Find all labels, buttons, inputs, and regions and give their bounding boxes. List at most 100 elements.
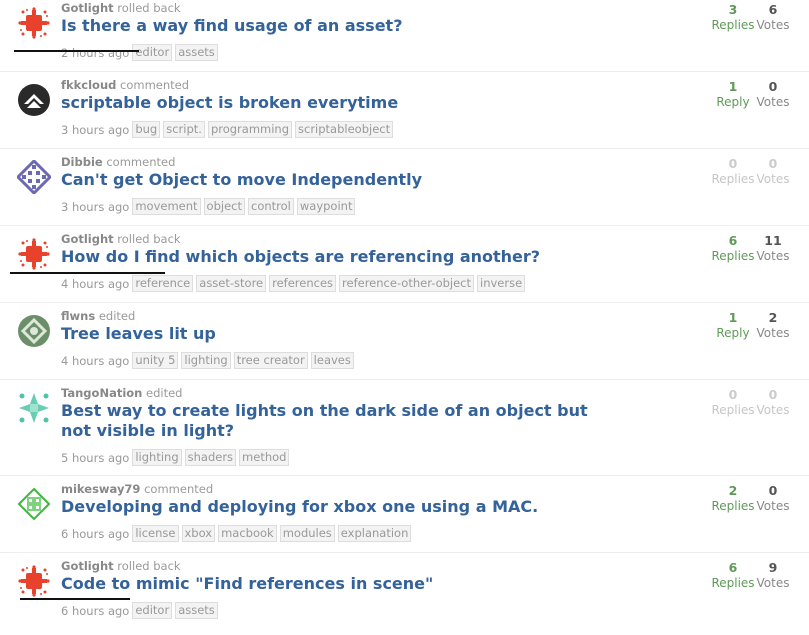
tag-link[interactable]: bug: [132, 121, 161, 138]
timestamp: 4 hours ago: [61, 276, 130, 291]
votes-stat: 11 Votes: [751, 233, 795, 263]
tag-link[interactable]: tree creator: [233, 352, 308, 369]
pen-scribble-mark: [10, 272, 165, 274]
username-link[interactable]: TangoNation: [61, 386, 142, 400]
tag-link[interactable]: scriptableobject: [295, 121, 394, 138]
avatar[interactable]: [17, 6, 51, 40]
question-meta: 6 hours ago license xbox macbook modules expl…: [61, 525, 412, 542]
votes-stat: 6 Votes: [751, 2, 795, 32]
tag-link[interactable]: macbook: [218, 525, 277, 542]
pen-scribble-mark: [20, 598, 130, 600]
replies-stat: 2 Replies: [711, 483, 755, 513]
avatar[interactable]: [17, 160, 51, 194]
tag-link[interactable]: control: [248, 198, 294, 215]
username-link[interactable]: Gotlight: [61, 1, 114, 15]
question-row: Gotlight rolled back Is there a way find …: [0, 0, 809, 77]
replies-stat: 1 Reply: [711, 310, 755, 340]
tag-link[interactable]: asset-store: [196, 275, 267, 292]
tag-link[interactable]: xbox: [181, 525, 216, 542]
tag-link[interactable]: lighting: [132, 449, 182, 466]
green-knot-icon: [17, 314, 51, 348]
question-title-link[interactable]: Tree leaves lit up: [61, 324, 621, 344]
question-row: TangoNation edited Best way to create lig…: [0, 385, 809, 466]
tag-link[interactable]: shaders: [184, 449, 237, 466]
replies-label: Replies: [711, 499, 755, 513]
tag-link[interactable]: reference-other-object: [339, 275, 475, 292]
activity-action: rolled back: [117, 232, 181, 246]
pen-scribble-mark: [14, 50, 139, 52]
question-row: Gotlight rolled back How do I find which …: [0, 231, 809, 308]
question-title-link[interactable]: Code to mimic "Find references in scene": [61, 574, 621, 594]
tag-link[interactable]: modules: [279, 525, 335, 542]
username-link[interactable]: Gotlight: [61, 232, 114, 246]
username-link[interactable]: fkkcloud: [61, 78, 116, 92]
tag-link[interactable]: script.: [163, 121, 205, 138]
avatar[interactable]: [17, 391, 51, 425]
question-title-link[interactable]: Can't get Object to move Independently: [61, 170, 621, 190]
votes-count: 11: [764, 233, 782, 248]
tag-link[interactable]: inverse: [477, 275, 526, 292]
activity-action: commented: [106, 155, 176, 169]
tag-link[interactable]: method: [239, 449, 290, 466]
tag-link[interactable]: editor: [132, 602, 173, 619]
row-divider: [0, 148, 809, 149]
votes-stat: 0 Votes: [751, 387, 795, 417]
question-title-link[interactable]: Best way to create lights on the dark si…: [61, 401, 621, 441]
avatar[interactable]: [17, 237, 51, 271]
timestamp: 2 hours ago: [61, 45, 130, 60]
tag-link[interactable]: programming: [207, 121, 293, 138]
row-divider: [0, 302, 809, 303]
activity-line: Gotlight rolled back: [61, 232, 181, 246]
avatar[interactable]: [17, 564, 51, 598]
activity-action: commented: [144, 482, 214, 496]
question-title-link[interactable]: Developing and deploying for xbox one us…: [61, 497, 621, 517]
activity-line: TangoNation edited: [61, 386, 182, 400]
question-row: Gotlight rolled back Code to mimic "Find …: [0, 558, 809, 635]
username-link[interactable]: flwns: [61, 309, 95, 323]
username-link[interactable]: mikesway79: [61, 482, 140, 496]
replies-count: 6: [728, 560, 738, 575]
question-title-link[interactable]: scriptable object is broken everytime: [61, 93, 621, 113]
activity-line: fkkcloud commented: [61, 78, 189, 92]
red-splat-icon: [17, 6, 51, 40]
votes-label: Votes: [756, 576, 790, 590]
tag-link[interactable]: explanation: [337, 525, 412, 542]
tag-link[interactable]: reference: [132, 275, 194, 292]
username-link[interactable]: Gotlight: [61, 559, 114, 573]
tag-link[interactable]: references: [269, 275, 337, 292]
tag-link[interactable]: lighting: [181, 352, 231, 369]
tag-link[interactable]: waypoint: [296, 198, 356, 215]
tag-link[interactable]: movement: [132, 198, 201, 215]
avatar[interactable]: [17, 487, 51, 521]
votes-count: 0: [768, 79, 778, 94]
votes-stat: 2 Votes: [751, 310, 795, 340]
replies-count: 0: [728, 387, 738, 402]
purple-quilt-icon: [17, 160, 51, 194]
question-meta: 6 hours ago editor assets: [61, 602, 218, 619]
tag-link[interactable]: license: [132, 525, 179, 542]
avatar[interactable]: [17, 314, 51, 348]
question-title-link[interactable]: How do I find which objects are referenc…: [61, 247, 621, 267]
question-row: flwns edited Tree leaves lit up 4 hours ag…: [0, 308, 809, 385]
votes-count: 0: [768, 156, 778, 171]
votes-label: Votes: [756, 95, 790, 109]
avatar[interactable]: [17, 83, 51, 117]
question-meta: 3 hours ago bug script. programming scriptab…: [61, 121, 394, 138]
votes-count: 2: [768, 310, 778, 325]
tag-link[interactable]: assets: [175, 44, 218, 61]
question-meta: 5 hours ago lighting shaders method: [61, 449, 290, 466]
replies-label: Reply: [716, 95, 750, 109]
tag-link[interactable]: object: [203, 198, 245, 215]
question-title-link[interactable]: Is there a way find usage of an asset?: [61, 16, 621, 36]
activity-action: edited: [146, 386, 183, 400]
red-splat-icon: [17, 237, 51, 271]
tag-link[interactable]: leaves: [310, 352, 354, 369]
tag-link[interactable]: editor: [132, 44, 173, 61]
replies-count: 2: [728, 483, 738, 498]
username-link[interactable]: Dibbie: [61, 155, 103, 169]
tag-link[interactable]: assets: [175, 602, 218, 619]
votes-count: 0: [768, 483, 778, 498]
replies-stat: 6 Replies: [711, 233, 755, 263]
question-row: Dibbie commented Can't get Object to move…: [0, 154, 809, 231]
tag-link[interactable]: unity 5: [132, 352, 179, 369]
